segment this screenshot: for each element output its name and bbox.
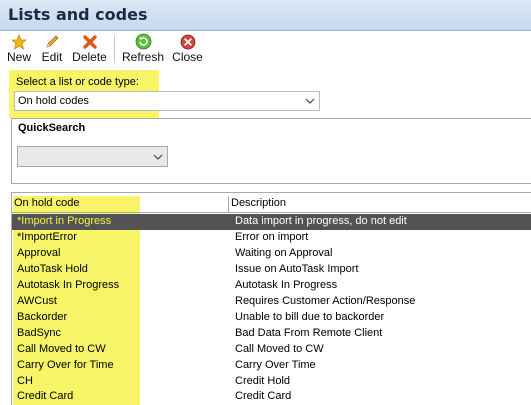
row-description: Autotask In Progress	[235, 279, 338, 291]
table-row[interactable]: AWCust Requires Customer Action/Response	[12, 294, 531, 310]
window-title: Lists and codes	[8, 5, 148, 24]
table-row[interactable]: Backorder Unable to bill due to backorde…	[12, 310, 531, 326]
row-code: Autotask In Progress	[17, 279, 120, 291]
grid-header: On hold code Description	[12, 196, 531, 213]
row-code: BadSync	[17, 327, 62, 339]
quicksearch-dropdown[interactable]	[17, 146, 168, 167]
table-row[interactable]: Approval Waiting on Approval	[12, 246, 531, 262]
table-row[interactable]: *ImportError Error on import	[12, 230, 531, 246]
row-description: Call Moved to CW	[235, 343, 324, 355]
row-description: Error on import	[235, 231, 309, 243]
type-selector-value: On hold codes	[18, 95, 89, 107]
row-code: CH	[17, 375, 33, 387]
row-description: Carry Over Time	[235, 359, 316, 371]
type-selector-label: Select a list or code type:	[16, 76, 139, 88]
chevron-down-icon	[152, 148, 164, 166]
close-circle-icon	[178, 33, 198, 50]
table-row[interactable]: Call Moved to CW Call Moved to CW	[12, 342, 531, 358]
row-description: Issue on AutoTask Import	[235, 263, 359, 275]
row-description: Credit Card	[235, 390, 292, 402]
table-row[interactable]: CH Credit Hold	[12, 374, 531, 390]
new-label: New	[6, 50, 31, 64]
refresh-button[interactable]: Refresh	[121, 33, 165, 65]
row-code: Call Moved to CW	[17, 343, 106, 355]
row-code: Approval	[17, 247, 61, 259]
row-description: Waiting on Approval	[235, 247, 333, 259]
window-titlebar: Lists and codes	[0, 0, 531, 31]
delete-label: Delete	[72, 50, 107, 64]
column-divider[interactable]	[228, 196, 229, 213]
toolbar: New Edit Delete Refresh Close	[0, 31, 531, 67]
column-header-code[interactable]: On hold code	[14, 197, 79, 209]
row-code: AWCust	[17, 295, 57, 307]
row-description: Credit Hold	[235, 375, 291, 387]
table-row[interactable]: AutoTask Hold Issue on AutoTask Import	[12, 262, 531, 278]
chevron-down-icon	[304, 92, 316, 110]
row-description: Unable to bill due to backorder	[235, 311, 385, 323]
toolbar-separator	[114, 35, 115, 63]
row-code: AutoTask Hold	[17, 263, 88, 275]
table-row[interactable]: *Import in Progress Data import in progr…	[12, 214, 531, 230]
delete-button[interactable]: Delete	[71, 33, 108, 65]
refresh-icon	[133, 33, 153, 50]
row-code: Credit Card	[17, 390, 74, 402]
row-code: Backorder	[17, 311, 68, 323]
row-description: Bad Data From Remote Client	[235, 327, 383, 339]
close-button[interactable]: Close	[171, 33, 204, 65]
row-description: Requires Customer Action/Response	[235, 295, 416, 307]
edit-button[interactable]: Edit	[38, 33, 66, 65]
table-row[interactable]: Credit Card Credit Card	[12, 389, 531, 405]
type-selector-dropdown[interactable]: On hold codes	[14, 91, 320, 111]
table-row[interactable]: Carry Over for Time Carry Over Time	[12, 358, 531, 374]
row-code: *ImportError	[17, 231, 77, 243]
edit-label: Edit	[41, 50, 63, 64]
row-code: Carry Over for Time	[17, 359, 114, 371]
pencil-icon	[42, 33, 62, 50]
quicksearch-label: QuickSearch	[18, 122, 86, 134]
new-button[interactable]: New	[6, 33, 32, 65]
row-code: *Import in Progress	[17, 215, 112, 227]
row-description: Data import in progress, do not edit	[235, 215, 407, 227]
table-row[interactable]: Autotask In Progress Autotask In Progres…	[12, 278, 531, 294]
table-row[interactable]: BadSync Bad Data From Remote Client	[12, 326, 531, 342]
close-label: Close	[172, 50, 203, 64]
star-icon	[9, 33, 29, 50]
refresh-label: Refresh	[121, 50, 165, 64]
column-header-description[interactable]: Description	[231, 197, 286, 209]
delete-x-icon	[80, 33, 100, 50]
